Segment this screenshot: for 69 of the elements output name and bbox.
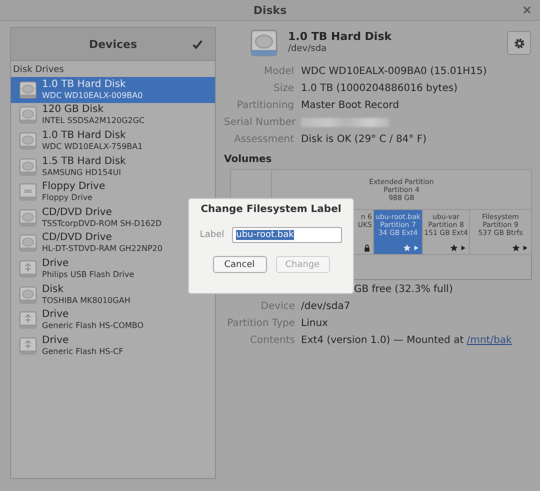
- property-value: Linux: [301, 318, 328, 329]
- device-model: Floppy Drive: [42, 192, 94, 204]
- device-item[interactable]: 1.0 TB Hard Disk WDC WD10EALX-009BA0: [11, 77, 215, 103]
- device-item[interactable]: Drive Generic Flash HS-CF: [11, 332, 215, 359]
- usb-drive-icon: [19, 311, 37, 330]
- dialog-title: Change Filesystem Label: [200, 204, 342, 215]
- device-item[interactable]: 1.0 TB Hard Disk WDC WD10EALX-759BA1: [11, 128, 215, 154]
- device-model: INTEL SSDSA2M120G2GC: [42, 115, 145, 126]
- property-value: Ext4 (version 1.0) — Mounted at: [301, 335, 465, 346]
- device-name: 1.5 TB Hard Disk: [42, 156, 126, 167]
- disk-device: /dev/sda: [288, 43, 328, 55]
- property-label: Size: [272, 82, 294, 96]
- sidebar-title: Devices: [88, 38, 138, 50]
- play-icon: [412, 244, 420, 252]
- play-icon: [521, 244, 529, 252]
- settings-button[interactable]: [507, 31, 531, 55]
- device-name: Floppy Drive: [42, 181, 106, 192]
- device-name: CD/DVD Drive: [42, 206, 113, 218]
- floppy-drive-icon: [19, 183, 37, 202]
- section-heading: Volumes: [224, 154, 273, 165]
- property-label: Model: [262, 65, 294, 79]
- device-name: Drive: [42, 309, 70, 320]
- device-model: TSSTcorpDVD-ROM SH-D162D: [42, 218, 162, 229]
- property-value: /dev/sda7: [301, 301, 350, 312]
- property-label: Partition Type: [226, 317, 295, 331]
- device-item[interactable]: Floppy Drive Floppy Drive: [11, 179, 215, 205]
- play-icon: [459, 244, 467, 252]
- device-model: WDC WD10EALX-759BA1: [42, 140, 143, 152]
- device-model: TOSHIBA MK8010GAH: [42, 294, 130, 306]
- device-item[interactable]: Drive Generic Flash HS-COMBO: [11, 307, 215, 333]
- property-value: GB free (32.3% full): [354, 284, 453, 295]
- property-label: Contents: [249, 334, 295, 348]
- device-name: 1.0 TB Hard Disk: [42, 78, 127, 90]
- device-model: Generic Flash HS-COMBO: [42, 320, 144, 332]
- device-model: SAMSUNG HD154UI: [42, 166, 122, 178]
- disk-title: 1.0 TB Hard Disk: [288, 31, 393, 43]
- property-label: Partitioning: [236, 99, 294, 113]
- section-label: Disk Drives: [12, 64, 65, 77]
- usb-drive-icon: [19, 336, 37, 355]
- device-model: WDC WD10EALX-009BA0: [42, 90, 143, 101]
- device-name: 120 GB Disk: [42, 104, 105, 116]
- device-item[interactable]: Disk TOSHIBA MK8010GAH: [11, 282, 215, 308]
- device-item[interactable]: Drive Philips USB Flash Drive: [11, 256, 215, 282]
- property-value: Master Boot Record: [301, 99, 400, 113]
- property-label: Device: [260, 300, 295, 314]
- mount-link[interactable]: /mnt/bak: [466, 335, 512, 346]
- dialog-button[interactable]: Cancel: [212, 256, 266, 273]
- property-label: Assessment: [233, 133, 294, 147]
- property-value: 1.0 TB (1000204886016 bytes): [301, 82, 458, 96]
- device-name: Drive: [42, 334, 70, 346]
- device-name: Drive: [42, 258, 70, 269]
- window-title: Disks: [253, 4, 287, 16]
- settings-icon: [512, 36, 526, 50]
- device-name: Disk: [42, 284, 64, 295]
- usb-drive-icon: [19, 260, 37, 278]
- device-model: Philips USB Flash Drive: [42, 268, 134, 280]
- property-value: Disk is OK (29° C / 84° F): [301, 133, 428, 147]
- property-label: Serial Number: [224, 116, 294, 130]
- device-model: Generic Flash HS-CF: [42, 346, 124, 357]
- device-name: CD/DVD Drive: [42, 232, 113, 244]
- close-icon[interactable]: [522, 5, 532, 15]
- device-item[interactable]: 120 GB Disk INTEL SSDSA2M120G2GC: [11, 102, 215, 128]
- device-name: 1.0 TB Hard Disk: [42, 130, 127, 141]
- field-label: Label: [200, 230, 224, 240]
- checkmark-icon[interactable]: [192, 39, 203, 50]
- device-item[interactable]: 1.5 TB Hard Disk SAMSUNG HD154UI: [11, 154, 215, 180]
- label-input-field[interactable]: ubu-root.bak: [232, 227, 342, 243]
- device-model: HL-DT-STDVD-RAM GH22NP20: [42, 243, 162, 254]
- property-value: WDC WD10EALX-009BA0 (15.01H15): [301, 65, 488, 79]
